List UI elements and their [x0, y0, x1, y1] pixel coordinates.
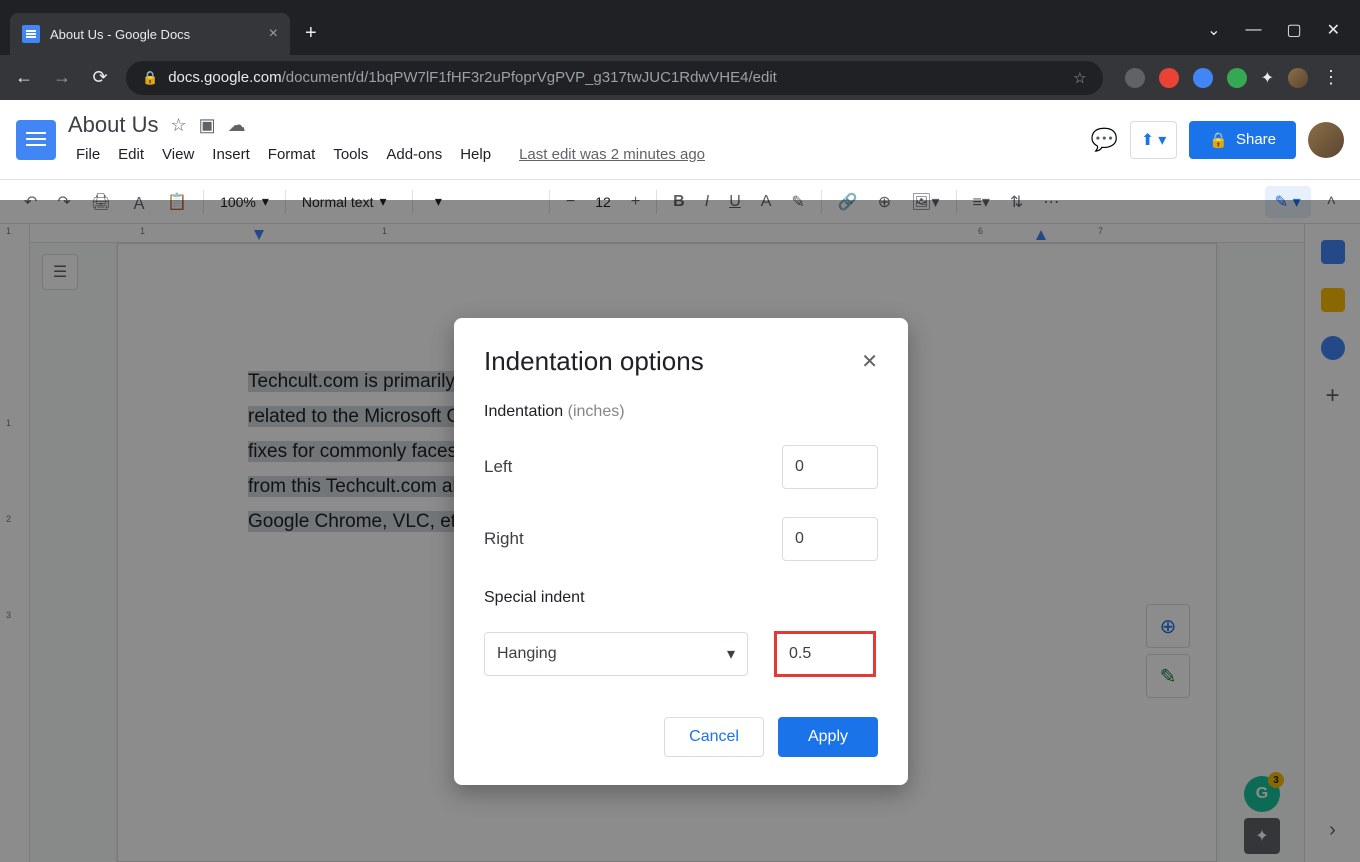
browser-toolbar: ← → ⟳ 🔒 docs.google.com/document/d/1bqPW…	[0, 55, 1360, 100]
account-avatar[interactable]	[1308, 122, 1344, 158]
new-tab-button[interactable]: +	[305, 22, 317, 45]
dropdown-icon: ▾	[1158, 130, 1166, 150]
last-edit-link[interactable]: Last edit was 2 minutes ago	[511, 142, 713, 167]
extension-icon[interactable]	[1159, 68, 1179, 88]
special-indent-value-input[interactable]	[777, 634, 873, 674]
url-domain: docs.google.com	[168, 69, 281, 86]
window-controls: ⌄ — ▢ ✕	[1187, 20, 1360, 55]
star-icon[interactable]: ☆	[171, 115, 187, 136]
browser-tab-strip: About Us - Google Docs × + ⌄ — ▢ ✕	[0, 0, 1360, 55]
tab-title: About Us - Google Docs	[50, 27, 259, 42]
lock-icon: 🔒	[142, 70, 158, 86]
left-indent-input[interactable]	[782, 445, 878, 489]
profile-avatar[interactable]	[1288, 68, 1308, 88]
move-icon[interactable]: ▣	[199, 115, 216, 136]
lock-icon: 🔒	[1209, 131, 1228, 149]
dropdown-icon: ▾	[727, 644, 735, 664]
share-label: Share	[1236, 131, 1276, 148]
chevron-down-icon[interactable]: ⌄	[1207, 20, 1220, 40]
indentation-section-label: Indentation (inches)	[484, 403, 878, 421]
indentation-options-dialog: Indentation options ✕ Indentation (inche…	[454, 318, 908, 785]
extension-icon[interactable]	[1227, 68, 1247, 88]
minimize-icon[interactable]: —	[1245, 21, 1261, 39]
address-bar[interactable]: 🔒 docs.google.com/document/d/1bqPW7lF1fH…	[126, 61, 1103, 95]
menu-help[interactable]: Help	[452, 142, 499, 167]
forward-button[interactable]: →	[50, 67, 74, 88]
docs-logo-icon[interactable]	[16, 120, 56, 160]
tab-close-icon[interactable]: ×	[269, 25, 278, 43]
menu-insert[interactable]: Insert	[204, 142, 258, 167]
docs-app: About Us ☆ ▣ ☁ File Edit View Insert For…	[0, 100, 1360, 862]
menu-bar: File Edit View Insert Format Tools Add-o…	[68, 142, 1078, 167]
menu-format[interactable]: Format	[260, 142, 324, 167]
url-path: /document/d/1bqPW7lF1fHF3r2uPfoprVgPVP_g…	[282, 69, 777, 86]
cancel-button[interactable]: Cancel	[664, 717, 764, 757]
right-indent-input[interactable]	[782, 517, 878, 561]
browser-tab[interactable]: About Us - Google Docs ×	[10, 13, 290, 55]
menu-file[interactable]: File	[68, 142, 108, 167]
extension-icon[interactable]	[1125, 68, 1145, 88]
special-indent-select[interactable]: Hanging ▾	[484, 632, 748, 676]
app-header: About Us ☆ ▣ ☁ File Edit View Insert For…	[0, 100, 1360, 180]
right-indent-label: Right	[484, 529, 524, 549]
left-indent-label: Left	[484, 457, 512, 477]
extension-icon[interactable]	[1193, 68, 1213, 88]
comments-icon[interactable]: 💬	[1090, 127, 1117, 153]
highlighted-field	[774, 631, 876, 677]
back-button[interactable]: ←	[12, 67, 36, 88]
special-indent-label: Special indent	[484, 589, 878, 607]
star-icon[interactable]: ☆	[1073, 69, 1086, 87]
close-window-icon[interactable]: ✕	[1327, 20, 1340, 40]
extensions-area: ✦ ⋮	[1117, 67, 1348, 88]
share-button[interactable]: 🔒 Share	[1189, 121, 1296, 159]
cloud-status-icon[interactable]: ☁	[228, 115, 246, 136]
maximize-icon[interactable]: ▢	[1286, 20, 1301, 40]
extensions-menu-icon[interactable]: ✦	[1261, 68, 1274, 88]
document-title[interactable]: About Us	[68, 112, 159, 138]
present-button[interactable]: ⬆▾	[1130, 121, 1177, 159]
reload-button[interactable]: ⟳	[88, 67, 112, 88]
menu-tools[interactable]: Tools	[325, 142, 376, 167]
dialog-title: Indentation options	[484, 346, 704, 377]
dialog-close-icon[interactable]: ✕	[861, 349, 878, 374]
menu-view[interactable]: View	[154, 142, 202, 167]
present-icon: ⬆	[1141, 130, 1154, 150]
browser-menu-icon[interactable]: ⋮	[1322, 67, 1340, 88]
apply-button[interactable]: Apply	[778, 717, 878, 757]
docs-favicon	[22, 25, 40, 43]
menu-addons[interactable]: Add-ons	[378, 142, 450, 167]
menu-edit[interactable]: Edit	[110, 142, 152, 167]
